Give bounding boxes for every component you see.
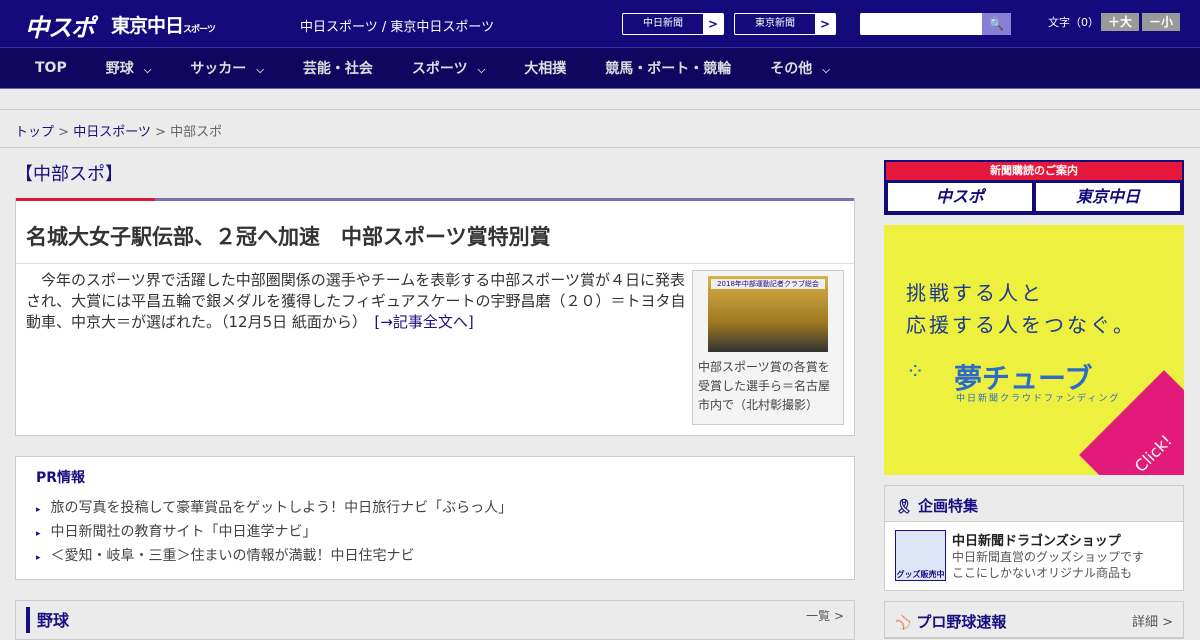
spacer-bar — [0, 89, 1200, 110]
ad-text: 挑戦する人と応援する人をつなぐ。 — [906, 277, 1136, 341]
nav-label: TOP — [35, 60, 67, 76]
subscribe-tokyo-chunichi[interactable]: 東京中日 — [1036, 183, 1180, 211]
photo-caption: 中部スポーツ賞の各賞を受賞した選手ら＝名古屋市内で（北村彰撮影） — [698, 360, 831, 412]
pro-more-link[interactable]: 詳細 > — [1132, 611, 1173, 630]
nav-label: 野球 — [105, 61, 134, 77]
article-title[interactable]: 名城大女子駅伝部、２冠へ加速 中部スポーツ賞特別賞 — [16, 201, 854, 264]
shop-title: 中日新聞ドラゴンズショップ — [952, 534, 1121, 549]
subscription-banner: 新聞購読のご案内 中スポ 東京中日 — [884, 160, 1184, 215]
subscription-title: 新聞購読のご案内 — [886, 162, 1182, 180]
article-summary: 今年のスポーツ界で活躍した中部圏関係の選手やチームを表彰する中部スポーツ賞が４日… — [26, 270, 686, 333]
font-larger-button[interactable]: ＋大 — [1101, 13, 1139, 31]
feature-title-text: 企画特集 — [918, 497, 979, 515]
tokyo-shimbun-link[interactable]: 東京新聞 > — [734, 13, 836, 35]
chevron-down-icon: ⌵ — [256, 65, 264, 76]
photo-image: 2018年中部運動記者クラブ総会 — [708, 276, 828, 352]
main-content: 【中部スポ】 名城大女子駅伝部、２冠へ加速 中部スポーツ賞特別賞 今年のスポーツ… — [15, 150, 855, 640]
nav-sports[interactable]: スポーツ ⌵ — [412, 58, 485, 78]
logo-small-text: スポーツ — [183, 25, 216, 35]
nav-label: サッカー — [190, 61, 247, 77]
chevron-right-icon: > — [815, 14, 835, 34]
sidebar: 新聞購読のご案内 中スポ 東京中日 挑戦する人と 応援する人をつなぐ。 ⁘ 夢チュ… — [884, 160, 1184, 639]
chunichi-shimbun-link[interactable]: 中日新聞 > — [622, 13, 724, 35]
feature-title: 🎗 企画特集 — [895, 495, 979, 515]
breadcrumb-section[interactable]: 中日スポーツ — [73, 125, 151, 140]
baseball-icon: ⚾ — [895, 616, 912, 631]
search-input[interactable]: 🔍 — [860, 13, 1011, 35]
tagline: 中日スポーツ / 東京中日スポーツ — [300, 20, 495, 35]
breadcrumb: トップ > 中日スポーツ > 中部スポ — [0, 110, 1200, 148]
chevron-down-icon: ⌵ — [477, 65, 486, 76]
pr-box: PR情報 旅の写真を投稿して豪華賞品をゲットしよう！中日旅行ナビ「ぶらっ人」 中… — [15, 456, 855, 580]
nav-label: その他 — [770, 61, 813, 77]
nav-top[interactable]: TOP — [35, 60, 67, 76]
pr-title: PR情報 — [36, 470, 86, 486]
baseball-more-link[interactable]: 一覧 > — [806, 607, 844, 633]
goods-icon: グッズ販売中 — [895, 530, 946, 581]
site-header: 中スポ 東京中日スポーツ 中日スポーツ / 東京中日スポーツ 中日新聞 > 東京新… — [0, 0, 1200, 48]
chevron-down-icon: ⌵ — [143, 65, 152, 76]
dragons-shop-item[interactable]: グッズ販売中 中日新聞ドラゴンズショップ 中日新聞直営のグッズショップです ここ… — [885, 522, 1183, 590]
ad-sub: 中日新聞クラウドファンディング — [956, 394, 1121, 404]
pr-item[interactable]: 旅の写真を投稿して豪華賞品をゲットしよう！中日旅行ナビ「ぶらっ人」 — [36, 497, 834, 521]
chevron-right-icon: > — [703, 14, 723, 34]
subscribe-chuspo[interactable]: 中スポ — [888, 183, 1032, 211]
read-more-link[interactable]: [→記事全文へ] — [374, 313, 473, 331]
ad-corner — [1079, 370, 1184, 475]
pro-title: ⚾ プロ野球速報 — [895, 611, 1007, 631]
ad-line: 挑戦する人と — [906, 281, 1044, 305]
font-size-label: 文字（0） — [1048, 16, 1099, 29]
nav-racing[interactable]: 競馬・ボート・競輪 — [605, 58, 731, 78]
section-title: 【中部スポ】 — [15, 164, 123, 185]
ribbon-icon: 🎗 — [895, 499, 913, 515]
breadcrumb-home[interactable]: トップ — [15, 125, 54, 140]
ad-line: 応援する人をつなぐ。 — [906, 313, 1136, 337]
tokyo-chunichi-logo[interactable]: 東京中日スポーツ — [111, 11, 216, 38]
article-card: 名城大女子駅伝部、２冠へ加速 中部スポーツ賞特別賞 今年のスポーツ界で活躍した中… — [15, 198, 855, 436]
link-label: 中日新聞 — [643, 18, 683, 29]
article-body: 今年のスポーツ界で活躍した中部圏関係の選手やチームを表彰する中部スポーツ賞が４日… — [26, 271, 686, 331]
photo-banner: 2018年中部運動記者クラブ総会 — [711, 279, 825, 289]
shop-desc: 中日新聞直営のグッズショップです — [952, 550, 1145, 564]
baseball-section-header: 野球 一覧 > — [15, 600, 855, 640]
nav-soccer[interactable]: サッカー ⌵ — [190, 58, 264, 78]
article-photo[interactable]: 2018年中部運動記者クラブ総会 中部スポーツ賞の各賞を受賞した選手ら＝名古屋市… — [692, 270, 844, 425]
pro-title-text: プロ野球速報 — [916, 613, 1007, 631]
breadcrumb-current: 中部スポ — [170, 125, 223, 140]
search-icon[interactable]: 🔍 — [982, 13, 1011, 35]
pr-item[interactable]: 中日新聞社の教育サイト「中日進学ナビ」 — [36, 521, 834, 545]
nav-baseball[interactable]: 野球 ⌵ — [106, 58, 152, 78]
chevron-down-icon: ⌵ — [822, 65, 830, 76]
nav-label: スポーツ — [411, 61, 468, 77]
shop-desc: ここにしかないオリジナル商品も — [952, 566, 1133, 580]
chuspo-logo[interactable]: 中スポ — [25, 8, 95, 43]
breadcrumb-separator: > — [150, 125, 171, 140]
nav-sumo[interactable]: 大相撲 — [524, 58, 566, 78]
nav-label: 競馬・ボート・競輪 — [605, 61, 732, 77]
pro-baseball-box: ⚾ プロ野球速報 詳細 > — [884, 601, 1184, 639]
nav-other[interactable]: その他 ⌵ — [770, 58, 830, 78]
main-nav: TOP 野球 ⌵ サッカー ⌵ 芸能・社会 スポーツ ⌵ 大相撲 競馬・ボート・競輪 … — [0, 48, 1200, 89]
nav-label: 芸能・社会 — [302, 61, 373, 77]
link-label: 東京新聞 — [755, 18, 795, 29]
breadcrumb-separator: > — [54, 125, 74, 140]
yume-tube-ad[interactable]: 挑戦する人と 応援する人をつなぐ。 ⁘ 夢チューブ 中日新聞クラウドファンディング… — [884, 225, 1184, 475]
dots-icon: ⁘ — [906, 360, 925, 385]
feature-box: 🎗 企画特集 グッズ販売中 中日新聞ドラゴンズショップ 中日新聞直営のグッズショ… — [884, 485, 1184, 591]
nav-entertainment[interactable]: 芸能・社会 — [303, 58, 373, 78]
font-smaller-button[interactable]: －小 — [1142, 13, 1180, 31]
nav-label: 大相撲 — [524, 61, 567, 77]
pr-item[interactable]: ＜愛知・岐阜・三重＞住まいの情報が満載！中日住宅ナビ — [36, 545, 834, 569]
baseball-title: 野球 — [26, 607, 69, 633]
logo-text: 東京中日 — [111, 15, 184, 37]
